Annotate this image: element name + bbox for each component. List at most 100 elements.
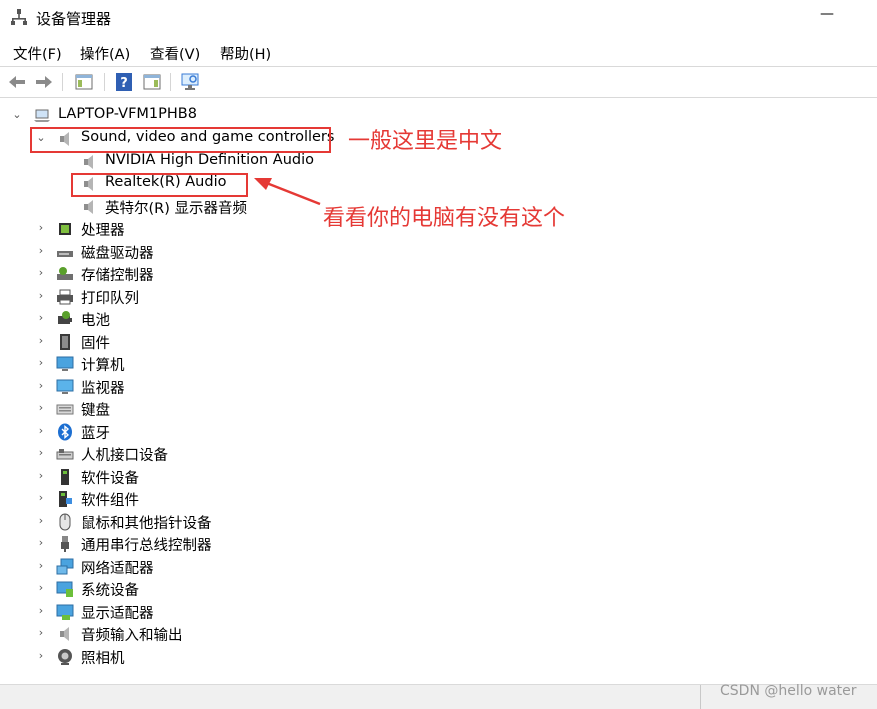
expand-chevron-icon[interactable]: › (35, 379, 47, 393)
minimize-button[interactable]: — (820, 6, 834, 26)
category-item[interactable]: › 音频输入和输出 (0, 623, 877, 645)
processor-icon (59, 223, 71, 235)
toolbar: ? (0, 66, 877, 98)
category-item[interactable]: › 鼠标和其他指针设备 (0, 511, 877, 533)
category-item[interactable]: › 网络适配器 (0, 556, 877, 578)
display-adapter-icon (56, 604, 74, 620)
expand-chevron-icon[interactable]: › (35, 446, 47, 460)
category-item[interactable]: › 固件 (0, 331, 877, 353)
category-label: 通用串行总线控制器 (81, 538, 212, 554)
category-item[interactable]: › 软件设备 (0, 466, 877, 488)
highlight-box-realtek (71, 173, 248, 197)
title-bar: 设备管理器 — (0, 0, 877, 38)
software-device-icon (61, 469, 69, 485)
expand-chevron-icon[interactable]: › (35, 469, 47, 483)
keyboard-icon (56, 404, 74, 415)
expand-chevron-icon[interactable]: › (35, 626, 47, 640)
printer-icon (57, 289, 73, 305)
window-title: 设备管理器 (36, 10, 112, 28)
toolbar-separator (170, 73, 171, 91)
category-item[interactable]: › 蓝牙 (0, 421, 877, 443)
menu-view[interactable]: 查看(V) (150, 43, 200, 64)
category-item[interactable]: › 打印队列 (0, 286, 877, 308)
mouse-icon (59, 513, 71, 531)
category-item[interactable]: › 计算机 (0, 353, 877, 375)
annotation-note-top: 一般这里是中文 (348, 129, 503, 154)
category-item[interactable]: › 存储控制器 (0, 263, 877, 285)
expand-chevron-icon[interactable]: › (35, 649, 47, 663)
menu-file[interactable]: 文件(F) (13, 43, 62, 64)
expand-chevron-icon[interactable]: › (35, 424, 47, 438)
category-item[interactable]: › 系统设备 (0, 578, 877, 600)
category-label: 显示适配器 (81, 606, 154, 622)
menu-help[interactable]: 帮助(H) (220, 43, 271, 64)
category-label: 软件设备 (81, 471, 139, 487)
computer-icon (56, 356, 74, 371)
help-icon[interactable]: ? (114, 72, 134, 92)
expand-chevron-icon[interactable]: › (35, 266, 47, 280)
category-label: 软件组件 (81, 493, 139, 509)
expand-chevron-icon[interactable]: › (35, 514, 47, 528)
status-divider (700, 685, 701, 709)
software-component-icon (59, 491, 72, 507)
expand-chevron-icon[interactable]: › (35, 356, 47, 370)
category-item[interactable]: › 电池 (0, 308, 877, 330)
expand-chevron-icon[interactable]: › (35, 289, 47, 303)
category-label: 系统设备 (81, 583, 139, 599)
back-arrow-icon[interactable] (7, 72, 27, 92)
storage-controller-icon (57, 267, 73, 280)
forward-arrow-icon[interactable] (34, 72, 54, 92)
scan-hardware-icon[interactable] (180, 72, 200, 92)
category-label: 网络适配器 (81, 561, 154, 577)
annotation-note-arrow: 看看你的电脑有没有这个 (323, 206, 566, 231)
expand-chevron-icon[interactable]: › (35, 221, 47, 235)
menu-bar: 文件(F) 操作(A) 查看(V) 帮助(H) (0, 40, 877, 64)
monitor-icon (56, 379, 74, 394)
collapse-chevron-icon[interactable]: ⌄ (11, 108, 23, 122)
category-item[interactable]: › 人机接口设备 (0, 443, 877, 465)
watermark-text: CSDN @hello water (720, 683, 857, 699)
properties-icon[interactable] (142, 72, 162, 92)
category-label: 照相机 (81, 651, 125, 667)
expand-chevron-icon[interactable]: › (35, 581, 47, 595)
category-label: 蓝牙 (81, 426, 110, 442)
category-item[interactable]: › 键盘 (0, 398, 877, 420)
tree-root-label: LAPTOP-VFM1PHB8 (58, 106, 197, 122)
show-hide-console-tree-icon[interactable] (74, 72, 94, 92)
category-label: 打印队列 (81, 291, 139, 307)
expand-chevron-icon[interactable]: › (35, 491, 47, 505)
category-item[interactable]: › 软件组件 (0, 488, 877, 510)
menu-action[interactable]: 操作(A) (80, 43, 130, 64)
expand-chevron-icon[interactable]: › (35, 536, 47, 550)
device-label: 英特尔(R) 显示器音频 (105, 201, 247, 217)
annotation-arrow-icon (254, 178, 321, 206)
category-item[interactable]: › 磁盘驱动器 (0, 241, 877, 263)
category-item[interactable]: › 监视器 (0, 376, 877, 398)
expand-chevron-icon[interactable]: › (35, 559, 47, 573)
category-item[interactable]: › 通用串行总线控制器 (0, 533, 877, 555)
camera-icon (58, 649, 72, 665)
toolbar-separator (104, 73, 105, 91)
category-label: 鼠标和其他指针设备 (81, 516, 212, 532)
category-label: 存储控制器 (81, 268, 154, 284)
expand-chevron-icon[interactable]: › (35, 311, 47, 325)
category-label: 电池 (81, 313, 110, 329)
expand-chevron-icon[interactable]: › (35, 334, 47, 348)
device-manager-icon (11, 9, 27, 25)
category-label: 计算机 (81, 358, 125, 374)
expand-chevron-icon[interactable]: › (35, 604, 47, 618)
network-adapter-icon (56, 558, 74, 575)
category-item[interactable]: › 照相机 (0, 646, 877, 668)
expand-chevron-icon[interactable]: › (35, 244, 47, 258)
device-label: NVIDIA High Definition Audio (105, 152, 314, 168)
category-item[interactable]: › 显示适配器 (0, 601, 877, 623)
expand-chevron-icon[interactable]: › (35, 401, 47, 415)
bluetooth-icon (58, 423, 72, 441)
category-label: 键盘 (81, 403, 110, 419)
audio-io-icon (60, 627, 69, 641)
system-device-icon (56, 581, 73, 597)
category-label: 监视器 (81, 381, 125, 397)
category-label: 固件 (81, 336, 110, 352)
speaker-icon (84, 200, 93, 214)
highlight-box-category (30, 127, 331, 153)
